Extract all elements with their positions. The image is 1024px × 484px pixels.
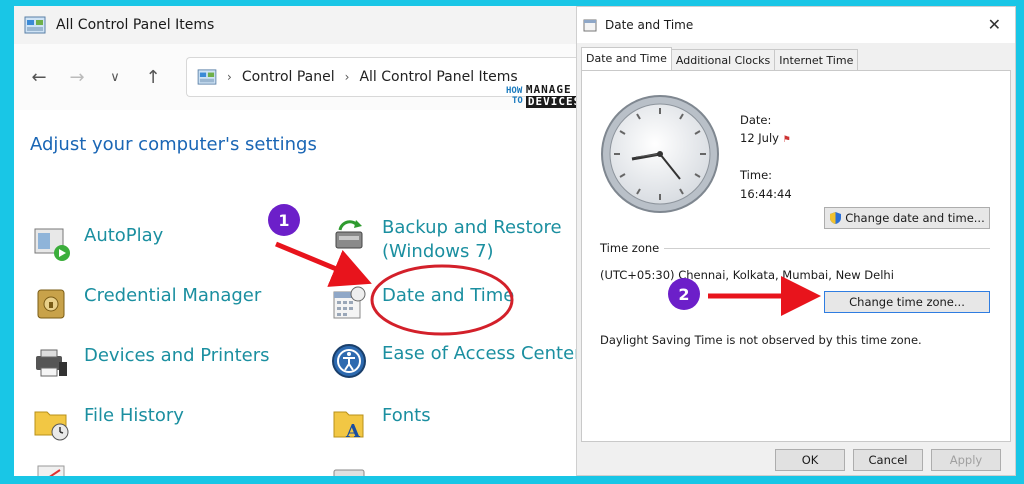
control-panel-window: All Control Panel Items ← → ∨ ↑ › Contro… — [14, 6, 584, 476]
back-button[interactable]: ← — [24, 62, 54, 92]
uac-shield-icon — [830, 212, 842, 224]
cp-item-date-time[interactable]: Date and Time — [330, 284, 514, 322]
cp-item-fonts[interactable]: A Fonts — [330, 404, 431, 442]
dialog-tabs: Date and Time Additional Clocks Internet… — [581, 47, 859, 70]
cursor-icon: ⚑ — [782, 135, 791, 145]
ok-button[interactable]: OK — [775, 449, 845, 471]
cancel-button[interactable]: Cancel — [853, 449, 923, 471]
tab-internet-time[interactable]: Internet Time — [774, 49, 859, 70]
tab-panel: Date: 12 July ⚑ Time: 16:44:44 Change da… — [581, 70, 1011, 442]
dialog-titlebar: Date and Time ✕ — [577, 7, 1015, 43]
timezone-separator — [664, 248, 990, 249]
svg-text:A: A — [345, 421, 361, 442]
dst-note: Daylight Saving Time is not observed by … — [600, 333, 922, 347]
ease-of-access-icon — [332, 344, 366, 378]
breadcrumb-control-panel[interactable]: Control Panel — [242, 69, 335, 85]
breadcrumb-all-items[interactable]: All Control Panel Items — [359, 69, 517, 85]
cp-item-label: Credential Manager — [84, 285, 262, 306]
apply-button[interactable]: Apply — [931, 449, 1001, 471]
cp-item-label: Devices and Printers — [84, 345, 270, 366]
cp-item-devices-printers[interactable]: Devices and Printers — [32, 344, 270, 382]
window-title: All Control Panel Items — [56, 17, 215, 33]
cp-item-label: Date and Time — [382, 285, 515, 306]
dialog-title: Date and Time — [605, 18, 694, 32]
control-panel-icon — [197, 69, 217, 85]
date-value: 12 July ⚑ — [740, 131, 791, 145]
breadcrumb-separator-icon: › — [227, 70, 232, 84]
date-value-text: 12 July — [740, 131, 779, 145]
backup-restore-icon — [335, 220, 363, 249]
change-date-time-label: Change date and time... — [845, 211, 985, 225]
time-value: 16:44:44 — [740, 187, 792, 201]
cp-item-label: AutoPlay — [84, 225, 164, 246]
date-time-icon — [333, 286, 366, 319]
close-icon[interactable]: ✕ — [988, 15, 1001, 34]
partial-item-icon — [333, 469, 365, 476]
control-panel-icon — [24, 16, 46, 34]
credential-manager-icon — [37, 289, 65, 319]
step-badge-2: 2 — [668, 278, 700, 310]
file-history-icon — [34, 411, 69, 441]
page-heading: Adjust your computer's settings — [30, 134, 317, 155]
change-time-zone-button[interactable]: Change time zone... — [824, 291, 990, 313]
cp-item-backup-restore[interactable]: Backup and Restore (Windows 7) — [330, 216, 562, 264]
cp-item-ease-of-access[interactable]: Ease of Access Center — [330, 342, 582, 380]
cp-item-file-history[interactable]: File History — [32, 404, 184, 442]
control-panel-titlebar: All Control Panel Items — [14, 6, 584, 44]
tab-additional-clocks[interactable]: Additional Clocks — [670, 49, 776, 70]
up-button[interactable]: ↑ — [138, 62, 168, 92]
forward-button[interactable]: → — [62, 62, 92, 92]
cp-item-credential-manager[interactable]: Credential Manager — [32, 284, 261, 322]
cp-item-label: Ease of Access Center — [382, 343, 582, 364]
cp-item-label: Backup and Restore (Windows 7) — [382, 216, 562, 264]
date-time-dialog: Date and Time ✕ Date and Time Additional… — [576, 6, 1016, 476]
navigation-bar: ← → ∨ ↑ › Control Panel › All Control Pa… — [14, 44, 584, 110]
up-arrow-icon: ↑ — [145, 66, 161, 88]
recent-locations-button[interactable]: ∨ — [100, 62, 130, 92]
cp-item-partial[interactable] — [32, 462, 84, 476]
timezone-header: Time zone — [600, 241, 660, 255]
logo-to: TO — [512, 96, 523, 106]
date-time-small-icon — [583, 19, 597, 32]
backup-label-line2: (Windows 7) — [382, 241, 494, 262]
fonts-icon: A — [333, 411, 364, 442]
partial-item-icon — [37, 465, 65, 476]
cp-item-autoplay[interactable]: AutoPlay — [32, 224, 163, 262]
devices-printers-icon — [36, 349, 67, 377]
timezone-value: (UTC+05:30) Chennai, Kolkata, Mumbai, Ne… — [600, 268, 894, 282]
date-label: Date: — [740, 113, 772, 127]
chevron-down-icon: ∨ — [110, 69, 120, 85]
change-date-time-button[interactable]: Change date and time... — [824, 207, 990, 229]
step-badge-1: 1 — [268, 204, 300, 236]
cp-item-label: Fonts — [382, 405, 431, 426]
back-arrow-icon: ← — [31, 66, 47, 88]
cp-item-partial-right[interactable] — [330, 464, 382, 476]
forward-arrow-icon: → — [69, 66, 85, 88]
logo-how: HOW — [506, 86, 523, 96]
autoplay-icon — [34, 228, 70, 261]
breadcrumb-separator-icon: › — [344, 70, 350, 84]
cp-item-label: File History — [84, 405, 184, 426]
howto-manage-devices-logo: HOW TO MANAGE DEVICES — [506, 84, 584, 108]
tab-date-and-time[interactable]: Date and Time — [581, 47, 672, 70]
backup-label-line1: Backup and Restore — [382, 217, 562, 238]
time-label: Time: — [740, 168, 773, 182]
analog-clock-icon — [601, 95, 719, 213]
logo-devices: DEVICES — [525, 95, 584, 108]
